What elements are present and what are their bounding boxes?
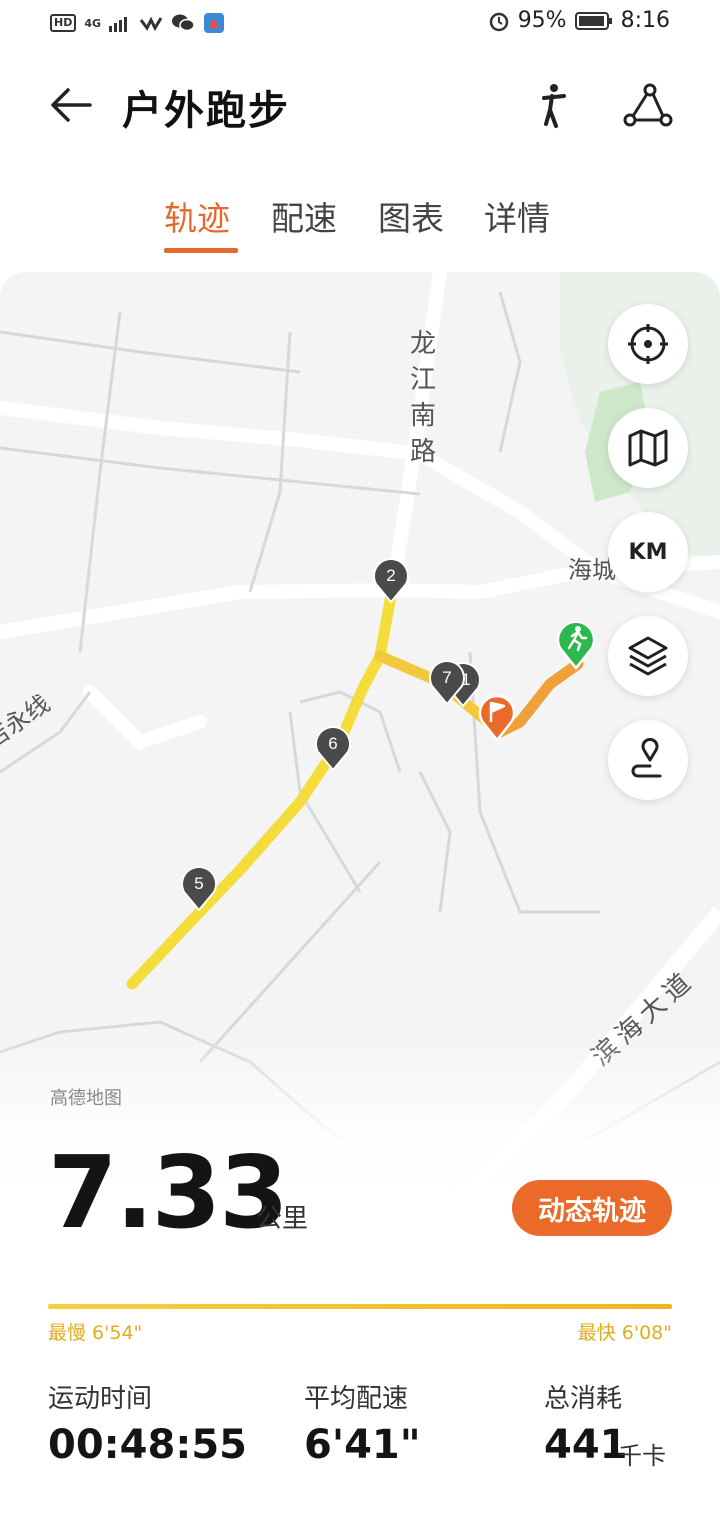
locate-button[interactable] bbox=[608, 304, 688, 384]
distance-value: 7.33 bbox=[48, 1134, 289, 1251]
svg-text:6: 6 bbox=[328, 734, 337, 753]
stat-calories-unit: 千卡 bbox=[618, 1442, 666, 1470]
status-bar: HD 4G 95% 8:16 bbox=[0, 0, 720, 50]
tab-track[interactable]: 轨迹 bbox=[164, 192, 230, 240]
battery-icon bbox=[574, 11, 612, 30]
slowest-pace-label: 最慢 6'54" bbox=[48, 1322, 143, 1344]
stat-avg-pace-value: 6'41" bbox=[304, 1422, 421, 1468]
pace-range-bar bbox=[48, 1304, 672, 1309]
map-provider-label: 高德地图 bbox=[50, 1088, 122, 1109]
km-marker-2[interactable]: 2 bbox=[370, 556, 412, 606]
km-marker-2-label: 2 bbox=[386, 566, 395, 585]
route-share-icon bbox=[623, 83, 673, 127]
tab-active-indicator bbox=[164, 248, 238, 253]
network-type: 4G bbox=[84, 16, 102, 30]
stat-avg-pace-label: 平均配速 bbox=[304, 1384, 409, 1414]
map-icon bbox=[628, 429, 668, 467]
runner-pose-button[interactable] bbox=[526, 80, 576, 130]
layers-icon bbox=[628, 636, 668, 676]
tab-details[interactable]: 详情 bbox=[484, 192, 550, 240]
dynamic-track-button[interactable]: 动态轨迹 bbox=[512, 1180, 672, 1236]
stat-calories-value: 441 bbox=[544, 1422, 628, 1468]
road-label-longjiang: 龙 江 南 路 bbox=[409, 329, 436, 467]
signal-icon bbox=[109, 17, 128, 32]
svg-text:7: 7 bbox=[442, 668, 451, 687]
runner-pose-icon bbox=[542, 84, 566, 128]
wechat-icon bbox=[172, 14, 195, 32]
page-title: 户外跑步 bbox=[122, 88, 290, 134]
back-arrow-icon bbox=[51, 88, 92, 122]
crosshair-icon bbox=[628, 324, 668, 364]
stat-calories-label: 总消耗 bbox=[544, 1384, 623, 1414]
finish-flag-marker[interactable] bbox=[476, 692, 518, 742]
status-left: HD 4G bbox=[50, 12, 225, 34]
hd-badge: HD bbox=[50, 14, 77, 32]
route-pin-icon bbox=[631, 738, 662, 778]
tab-charts[interactable]: 图表 bbox=[378, 192, 444, 240]
app-bar: 户外跑步 bbox=[0, 60, 720, 150]
alarm-icon bbox=[489, 12, 508, 31]
layers-button[interactable] bbox=[608, 616, 688, 696]
km-marker-5[interactable]: 5 bbox=[178, 864, 220, 914]
start-runner-marker[interactable] bbox=[554, 618, 598, 670]
distance-unit: 公里 bbox=[256, 1204, 309, 1234]
battery-percent: 95% bbox=[517, 8, 567, 33]
stat-duration-value: 00:48:55 bbox=[48, 1422, 247, 1468]
wifi-icon bbox=[139, 16, 163, 32]
fastest-pace-label: 最快 6'08" bbox=[577, 1322, 672, 1344]
status-right: 95% 8:16 bbox=[488, 8, 670, 33]
clock: 8:16 bbox=[620, 8, 670, 33]
svg-text:5: 5 bbox=[194, 874, 203, 893]
km-marker-6[interactable]: 6 bbox=[312, 724, 354, 774]
km-toggle-button[interactable]: KM bbox=[608, 512, 688, 592]
tab-pace[interactable]: 配速 bbox=[271, 192, 337, 240]
tab-bar: 轨迹 配速 图表 详情 bbox=[0, 192, 720, 262]
km-marker-7[interactable]: 7 bbox=[426, 658, 468, 708]
route-pin-button[interactable] bbox=[608, 720, 688, 800]
stat-duration-label: 运动时间 bbox=[48, 1384, 153, 1414]
back-button[interactable] bbox=[46, 80, 96, 130]
route-share-button[interactable] bbox=[622, 80, 674, 130]
compass-app-icon bbox=[204, 13, 225, 33]
map-type-button[interactable] bbox=[608, 408, 688, 488]
